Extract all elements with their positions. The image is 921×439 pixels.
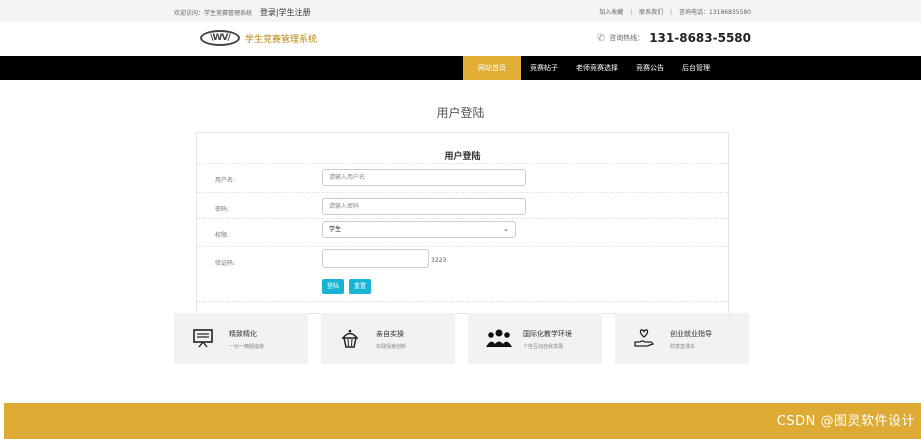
feature-card: 精致精化 一对一精髓指接 xyxy=(174,313,308,364)
role-selected-value: 学生 xyxy=(329,226,342,233)
feature-card: 创业就业指导 财富直通车 xyxy=(615,313,749,364)
captcha-code[interactable]: 3223 xyxy=(431,257,446,264)
site-header: \WV/ 学生竞赛管理系统 ✆ 咨询热线： 131-8683-5580 xyxy=(0,22,921,56)
feature-subtitle: 一对一精髓指接 xyxy=(229,344,265,350)
captcha-label: 验证码: xyxy=(215,260,236,267)
feature-subtitle: 实践探索创新 xyxy=(376,344,407,350)
nav-item-competition-posts[interactable]: 竞赛帖子 xyxy=(521,56,567,80)
hotline-label: 咨询热线： xyxy=(609,34,645,42)
login-button[interactable]: 登陆 xyxy=(322,279,344,294)
password-input[interactable]: 请输入密码 xyxy=(322,198,526,215)
role-row: 权限: 学生 ⌄ xyxy=(197,218,728,247)
feature-subtitle: 个性互动自我发展 xyxy=(523,344,564,350)
nav-item-teacher-selection[interactable]: 老师竞赛选择 xyxy=(567,56,627,80)
feature-strip: 精致精化 一对一精髓指接 亲自实操 实践探索创新 国际化教学环境 个性互动自我发… xyxy=(174,313,749,364)
watermark-text: CSDN @图灵软件设计 xyxy=(776,414,915,429)
phone-info: 咨询电话：13186835580 xyxy=(679,9,751,16)
captcha-input[interactable] xyxy=(322,249,429,268)
feature-subtitle: 财富直通车 xyxy=(670,344,696,350)
logo-mark: \WV/ xyxy=(200,30,240,46)
chevron-down-icon: ⌄ xyxy=(503,225,509,233)
hotline-number: 131-8683-5580 xyxy=(649,31,751,45)
site-name: 学生竞赛管理系统 xyxy=(245,34,318,45)
divider: | xyxy=(670,9,673,16)
password-row: 密码: 请输入密码 xyxy=(197,192,728,221)
divider: | xyxy=(630,9,633,16)
username-row: 用户名: 请输入用户名 xyxy=(197,163,728,192)
hand-heart-icon xyxy=(633,327,655,349)
phone-icon: ✆ xyxy=(596,32,606,44)
hotline: ✆ 咨询热线： 131-8683-5580 xyxy=(597,31,751,45)
feature-title: 精致精化 xyxy=(229,330,257,338)
presentation-board-icon xyxy=(192,327,214,349)
nav-item-announcements[interactable]: 竞赛公告 xyxy=(627,56,673,80)
page-title: 用户登陆 xyxy=(436,106,485,120)
nav-item-admin[interactable]: 后台管理 xyxy=(673,56,719,80)
captcha-row: 验证码: 3223 xyxy=(197,246,728,276)
role-select[interactable]: 学生 ⌄ xyxy=(322,221,516,238)
role-label: 权限: xyxy=(215,232,230,239)
welcome-text: 欢迎访问：学生竞赛管理系统 xyxy=(174,10,253,17)
reset-button[interactable]: 重置 xyxy=(349,279,371,294)
people-group-icon xyxy=(486,327,512,349)
site-logo[interactable]: \WV/ 学生竞赛管理系统 xyxy=(200,30,317,46)
feature-card: 亲自实操 实践探索创新 xyxy=(321,313,455,364)
feature-title: 创业就业指导 xyxy=(670,330,712,338)
login-register-link[interactable]: 登录|学生注册 xyxy=(260,8,311,17)
divider xyxy=(197,301,728,302)
login-panel: 用户登陆 用户名: 请输入用户名 密码: 请输入密码 权限: 学生 ⌄ 验证码:… xyxy=(196,132,729,314)
contact-us-link[interactable]: 联系我们 xyxy=(639,9,663,16)
password-label: 密码: xyxy=(215,206,230,213)
feature-title: 国际化教学环境 xyxy=(523,330,572,338)
username-label: 用户名: xyxy=(215,177,236,184)
top-info-bar: 欢迎访问：学生竞赛管理系统 登录|学生注册 加入收藏 | 联系我们 | 咨询电话… xyxy=(0,0,921,22)
login-form-title: 用户登陆 xyxy=(444,152,481,162)
username-input[interactable]: 请输入用户名 xyxy=(322,169,526,186)
add-favorites-link[interactable]: 加入收藏 xyxy=(599,9,623,16)
cupcake-icon xyxy=(339,327,361,349)
main-nav: 网站首页 竞赛帖子 老师竞赛选择 竞赛公告 后台管理 xyxy=(0,56,921,80)
feature-card: 国际化教学环境 个性互动自我发展 xyxy=(468,313,602,364)
feature-title: 亲自实操 xyxy=(376,330,404,338)
nav-item-home[interactable]: 网站首页 xyxy=(463,56,521,80)
